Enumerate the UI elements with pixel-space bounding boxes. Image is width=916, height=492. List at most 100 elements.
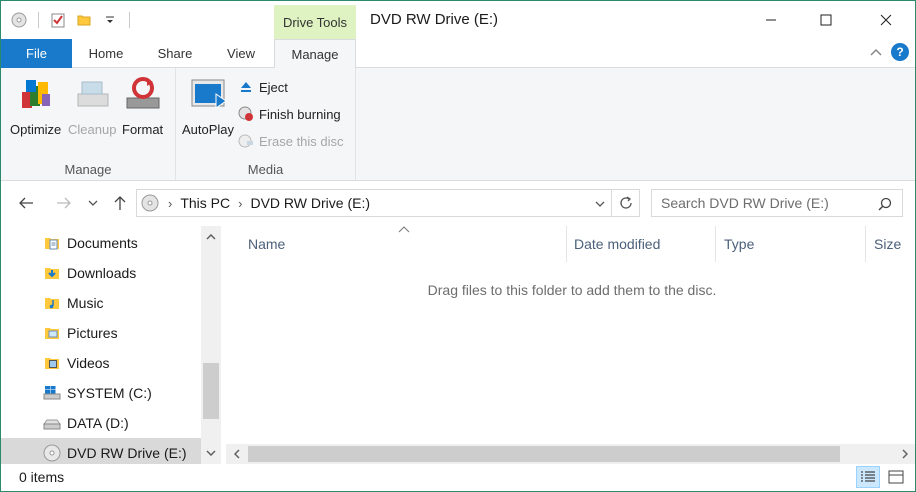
- cleanup-button[interactable]: Cleanup: [68, 74, 116, 137]
- breadcrumb-dvd-drive[interactable]: DVD RW Drive (E:): [250, 195, 370, 211]
- file-list-horizontal-scrollbar[interactable]: [226, 444, 915, 464]
- scrollbar-thumb[interactable]: [203, 363, 219, 419]
- qat-separator: [38, 12, 39, 28]
- maximize-button[interactable]: [803, 1, 849, 39]
- nav-item-documents[interactable]: Documents: [1, 228, 201, 258]
- nav-item-videos[interactable]: Videos: [1, 348, 201, 378]
- tab-manage[interactable]: Manage: [274, 39, 356, 69]
- downloads-folder-icon: [43, 264, 61, 282]
- erase-disc-button[interactable]: Erase this disc: [237, 130, 344, 152]
- optimize-label: Optimize: [10, 122, 62, 137]
- close-button[interactable]: [863, 1, 909, 39]
- explorer-window: Drive Tools DVD RW Drive (E:) File Home …: [0, 0, 916, 492]
- forward-arrow-icon: [57, 197, 71, 209]
- up-arrow-icon: [114, 196, 126, 210]
- nav-item-label: DVD RW Drive (E:): [67, 445, 187, 461]
- finish-burning-button[interactable]: Finish burning: [237, 103, 341, 125]
- minimize-icon: [766, 19, 776, 21]
- nav-item-label: Downloads: [67, 265, 137, 281]
- column-header-date-modified[interactable]: Date modified: [568, 226, 716, 262]
- nav-item-label: Music: [67, 295, 104, 311]
- search-box[interactable]: [651, 189, 903, 217]
- search-input[interactable]: [661, 195, 871, 211]
- window-title: DVD RW Drive (E:): [370, 11, 499, 28]
- tab-home[interactable]: Home: [76, 39, 136, 68]
- refresh-icon: [619, 196, 632, 209]
- erase-disc-label: Erase this disc: [259, 133, 344, 149]
- eject-icon: [241, 82, 251, 92]
- large-icons-view-button[interactable]: [884, 466, 908, 488]
- status-bar: 0 items: [1, 464, 915, 491]
- finish-burning-icon: [238, 106, 253, 121]
- format-button[interactable]: Format: [122, 74, 163, 137]
- details-view-icon: [861, 471, 875, 482]
- nav-item-downloads[interactable]: Downloads: [1, 258, 201, 288]
- nav-item-data-drive[interactable]: DATA (D:): [1, 408, 201, 438]
- column-header-size[interactable]: Size: [868, 226, 915, 262]
- finish-burning-label: Finish burning: [259, 106, 341, 122]
- item-count: 0 items: [19, 469, 65, 485]
- ribbon-panel: Optimize Cleanup Format Manage AutoPlay …: [1, 68, 915, 181]
- breadcrumb-this-pc[interactable]: This PC: [180, 195, 230, 211]
- cleanup-icon: [77, 81, 109, 107]
- nav-item-system-drive[interactable]: SYSTEM (C:): [1, 378, 201, 408]
- details-view-button[interactable]: [856, 466, 880, 488]
- optimize-button[interactable]: Optimize: [10, 74, 61, 137]
- scrollbar-thumb[interactable]: [248, 446, 840, 462]
- customize-qat-chevron-icon[interactable]: [100, 10, 120, 30]
- forward-button[interactable]: [53, 193, 75, 213]
- help-icon[interactable]: ?: [891, 43, 909, 61]
- large-icons-view-icon: [888, 470, 904, 484]
- tab-share[interactable]: Share: [146, 39, 204, 68]
- pictures-folder-icon: [43, 324, 61, 342]
- eject-label: Eject: [259, 79, 288, 95]
- breadcrumb-separator-icon[interactable]: ›: [168, 196, 172, 211]
- autoplay-button[interactable]: AutoPlay: [182, 74, 234, 137]
- format-label: Format: [122, 122, 164, 137]
- recent-locations-button[interactable]: [84, 193, 102, 213]
- group-label-media: Media: [247, 162, 284, 177]
- back-button[interactable]: [15, 193, 37, 213]
- up-button[interactable]: [109, 193, 131, 213]
- dvd-drive-icon: [141, 194, 159, 212]
- tab-view[interactable]: View: [213, 39, 269, 68]
- ribbon-group-manage: Optimize Cleanup Format Manage: [1, 68, 176, 181]
- group-label-manage: Manage: [64, 162, 112, 177]
- windows-drive-icon: [43, 384, 61, 402]
- scroll-down-arrow-icon[interactable]: [201, 444, 221, 462]
- nav-item-label: SYSTEM (C:): [67, 385, 152, 401]
- ribbon-tabs: File Home Share View Manage ?: [1, 39, 915, 69]
- scroll-right-arrow-icon[interactable]: [895, 444, 915, 464]
- address-bar[interactable]: › This PC › DVD RW Drive (E:): [136, 189, 612, 217]
- column-header-type[interactable]: Type: [718, 226, 866, 262]
- tab-file[interactable]: File: [1, 39, 72, 68]
- contextual-tab-drive-tools: Drive Tools: [274, 5, 356, 39]
- navigation-pane: Documents Downloads Music Pictures Video…: [1, 226, 223, 468]
- file-list: Name Date modified Type Size Drag files …: [223, 226, 915, 464]
- properties-icon[interactable]: [48, 10, 68, 30]
- maximize-icon: [820, 14, 832, 26]
- refresh-button[interactable]: [612, 189, 640, 217]
- nav-item-label: Videos: [67, 355, 110, 371]
- scroll-left-arrow-icon[interactable]: [227, 444, 247, 464]
- nav-item-label: Pictures: [67, 325, 118, 341]
- collapse-ribbon-chevron-icon[interactable]: [869, 47, 883, 57]
- breadcrumb-separator-icon[interactable]: ›: [238, 196, 242, 211]
- nav-item-pictures[interactable]: Pictures: [1, 318, 201, 348]
- optimize-icon: [21, 80, 50, 108]
- navigation-pane-scrollbar[interactable]: [201, 226, 221, 464]
- qat-separator: [129, 12, 130, 28]
- search-icon[interactable]: [878, 197, 892, 211]
- nav-item-music[interactable]: Music: [1, 288, 201, 318]
- scroll-up-arrow-icon[interactable]: [201, 228, 221, 246]
- new-folder-icon[interactable]: [74, 10, 94, 30]
- navigation-bar: › This PC › DVD RW Drive (E:): [1, 181, 915, 226]
- ribbon-controls: ?: [869, 43, 909, 61]
- address-history-chevron-icon[interactable]: [595, 200, 605, 208]
- dvd-drive-icon[interactable]: [9, 10, 29, 30]
- nav-item-label: Documents: [67, 235, 138, 251]
- quick-access-toolbar: [9, 9, 133, 31]
- dvd-drive-icon: [43, 444, 61, 462]
- minimize-button[interactable]: [748, 1, 794, 39]
- eject-button[interactable]: Eject: [237, 76, 288, 98]
